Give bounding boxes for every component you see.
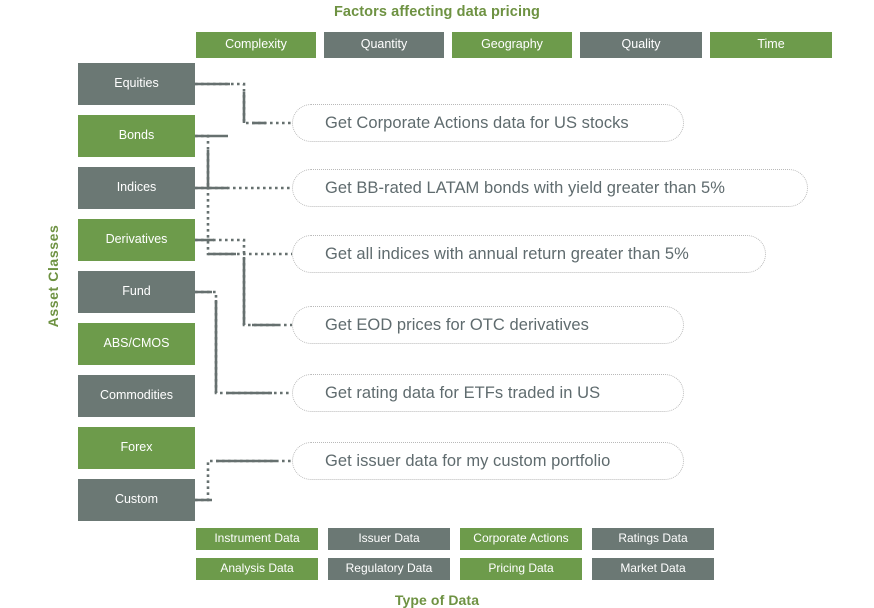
asset-class-chip[interactable]: Forex	[78, 427, 195, 469]
asset-class-chip[interactable]: Fund	[78, 271, 195, 313]
data-type-chip[interactable]: Corporate Actions	[460, 528, 582, 550]
asset-class-chip[interactable]: Equities	[78, 63, 195, 105]
factor-chip[interactable]: Time	[710, 32, 832, 58]
query-pill[interactable]: Get EOD prices for OTC derivatives	[292, 306, 684, 344]
data-type-chip[interactable]: Market Data	[592, 558, 714, 580]
query-pill[interactable]: Get all indices with annual return great…	[292, 235, 766, 273]
data-type-chip[interactable]: Regulatory Data	[328, 558, 450, 580]
factor-chip[interactable]: Geography	[452, 32, 572, 58]
query-pill[interactable]: Get rating data for ETFs traded in US	[292, 374, 684, 412]
factor-chip[interactable]: Complexity	[196, 32, 316, 58]
asset-class-chip[interactable]: ABS/CMOS	[78, 323, 195, 365]
data-type-chip[interactable]: Issuer Data	[328, 528, 450, 550]
data-type-chip[interactable]: Pricing Data	[460, 558, 582, 580]
asset-class-chip[interactable]: Bonds	[78, 115, 195, 157]
asset-class-chip[interactable]: Custom	[78, 479, 195, 521]
diagram-canvas: Factors affecting data pricing Asset Cla…	[0, 0, 874, 607]
query-pill[interactable]: Get BB-rated LATAM bonds with yield grea…	[292, 169, 808, 207]
left-axis-title: Asset Classes	[45, 216, 61, 336]
bottom-axis-title: Type of Data	[0, 592, 874, 608]
asset-class-chip[interactable]: Indices	[78, 167, 195, 209]
data-type-chip[interactable]: Analysis Data	[196, 558, 318, 580]
data-type-chip[interactable]: Ratings Data	[592, 528, 714, 550]
asset-class-chip[interactable]: Commodities	[78, 375, 195, 417]
factor-chip[interactable]: Quality	[580, 32, 702, 58]
data-type-chip[interactable]: Instrument Data	[196, 528, 318, 550]
asset-class-chip[interactable]: Derivatives	[78, 219, 195, 261]
top-axis-title: Factors affecting data pricing	[0, 4, 874, 20]
query-pill[interactable]: Get issuer data for my custom portfolio	[292, 442, 684, 480]
query-pill[interactable]: Get Corporate Actions data for US stocks	[292, 104, 684, 142]
factor-chip[interactable]: Quantity	[324, 32, 444, 58]
